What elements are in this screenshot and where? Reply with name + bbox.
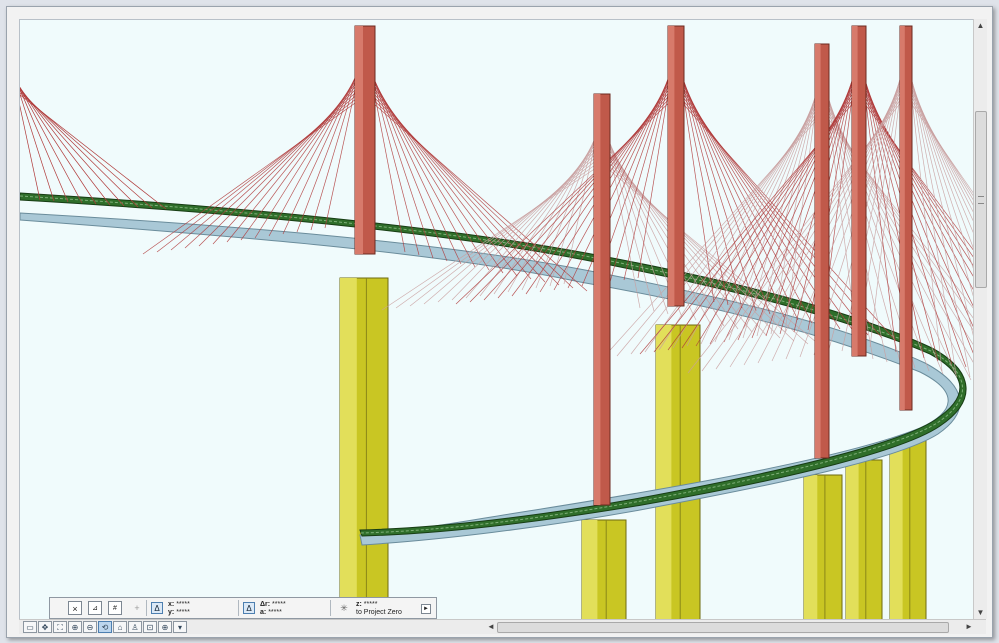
zoom-window-icon[interactable]: ⊡ <box>143 621 157 633</box>
app-window: ▲ ▼ ▭ ✥ ⛶ ⊕ ⊖ ⟲ ⌂ ♙ ⊡ ⊕ ▾ ◄ ► × ⊿ # + Δ … <box>6 6 993 638</box>
zoom-in-icon[interactable]: ⊕ <box>68 621 82 633</box>
scroll-right-arrow-icon[interactable]: ► <box>963 620 975 634</box>
zoom-out-icon[interactable]: ⊖ <box>83 621 97 633</box>
stay-cable <box>381 163 603 311</box>
grid-snap-icon[interactable]: # <box>108 601 122 615</box>
y-coordinate: y: ***** <box>168 609 190 617</box>
pier-highlight <box>804 475 818 620</box>
layout-icon[interactable]: ▭ <box>23 621 37 633</box>
pier-highlight <box>846 460 859 620</box>
home-view-icon[interactable]: ⌂ <box>113 621 127 633</box>
pylon-highlight <box>594 94 601 505</box>
a-label: a: <box>260 609 267 616</box>
dr-label: Δr: <box>260 601 271 608</box>
y-label: y: <box>168 609 175 616</box>
dr-value[interactable]: ***** <box>272 601 286 608</box>
z-coordinate: z: ***** <box>356 601 377 609</box>
zoom-plus-icon[interactable]: ⊕ <box>158 621 172 633</box>
pylon-highlight <box>815 44 821 458</box>
z-label: z: <box>356 601 362 608</box>
pier-highlight <box>890 440 903 620</box>
pier-highlight <box>656 325 672 620</box>
separator <box>146 600 147 616</box>
z-value[interactable]: ***** <box>364 601 378 608</box>
pylon-highlight <box>852 26 858 356</box>
scroll-down-arrow-icon[interactable]: ▼ <box>974 606 987 619</box>
separator <box>238 600 239 616</box>
close-coordinate-box-button[interactable]: × <box>68 601 82 615</box>
orbit-icon[interactable]: ⟲ <box>98 621 112 633</box>
3d-viewport[interactable] <box>19 19 974 620</box>
y-value[interactable]: ***** <box>176 609 190 616</box>
snap-guide-icon[interactable]: ⊿ <box>88 601 102 615</box>
fit-window-icon[interactable]: ⛶ <box>53 621 67 633</box>
bridge-piers <box>339 277 927 620</box>
crosshair-icon[interactable]: + <box>130 601 144 615</box>
pylon-highlight <box>355 26 363 254</box>
reference-dropdown-arrow-icon[interactable]: ► <box>421 604 431 614</box>
horizontal-scrollbar[interactable]: ◄ ► <box>487 620 979 634</box>
dr-coordinate: Δr: ***** <box>260 601 286 609</box>
a-value[interactable]: ***** <box>268 609 282 616</box>
x-coordinate: x: ***** <box>168 601 190 609</box>
stay-cable <box>681 83 860 349</box>
pylon-highlight <box>900 26 905 410</box>
pier-highlight <box>340 278 357 620</box>
pan-icon[interactable]: ✥ <box>38 621 52 633</box>
grip-icon <box>978 196 984 204</box>
horizontal-scroll-thumb[interactable] <box>497 622 949 633</box>
scroll-up-arrow-icon[interactable]: ▲ <box>974 19 987 32</box>
stay-cable <box>20 94 167 210</box>
zoom-dropdown-icon[interactable]: ▾ <box>173 621 187 633</box>
stay-cable <box>170 87 366 251</box>
x-value[interactable]: ***** <box>176 601 190 608</box>
pylon-highlight <box>668 26 675 306</box>
stay-cable <box>240 67 366 241</box>
coordinate-box: × ⊿ # + Δ x: ***** y: ***** Δ Δr: ***** … <box>49 597 437 619</box>
bottom-toolbar: ▭ ✥ ⛶ ⊕ ⊖ ⟲ ⌂ ♙ ⊡ ⊕ ▾ ◄ ► <box>19 619 986 634</box>
navigation-icons: ▭ ✥ ⛶ ⊕ ⊖ ⟲ ⌂ ♙ ⊡ ⊕ ▾ <box>23 620 187 634</box>
pier-highlight <box>582 520 598 620</box>
stay-cable <box>254 63 366 239</box>
bridge-3d-model <box>20 25 974 620</box>
polar-delta-toggle-icon[interactable]: Δ <box>243 602 255 614</box>
delta-toggle-icon[interactable]: Δ <box>151 602 163 614</box>
separator <box>330 600 331 616</box>
z-reference-icon[interactable]: ✳ <box>337 601 351 615</box>
stay-cable <box>20 88 69 203</box>
vertical-scroll-thumb[interactable] <box>975 111 987 288</box>
a-coordinate: a: ***** <box>260 609 282 617</box>
scroll-left-arrow-icon[interactable]: ◄ <box>485 620 497 634</box>
stay-cable <box>905 59 974 301</box>
stay-cable <box>20 86 97 205</box>
vertical-scrollbar[interactable]: ▲ ▼ <box>973 19 987 619</box>
reference-level-select[interactable]: to Project Zero <box>356 609 402 617</box>
walk-icon[interactable]: ♙ <box>128 621 142 633</box>
x-label: x: <box>168 601 175 608</box>
